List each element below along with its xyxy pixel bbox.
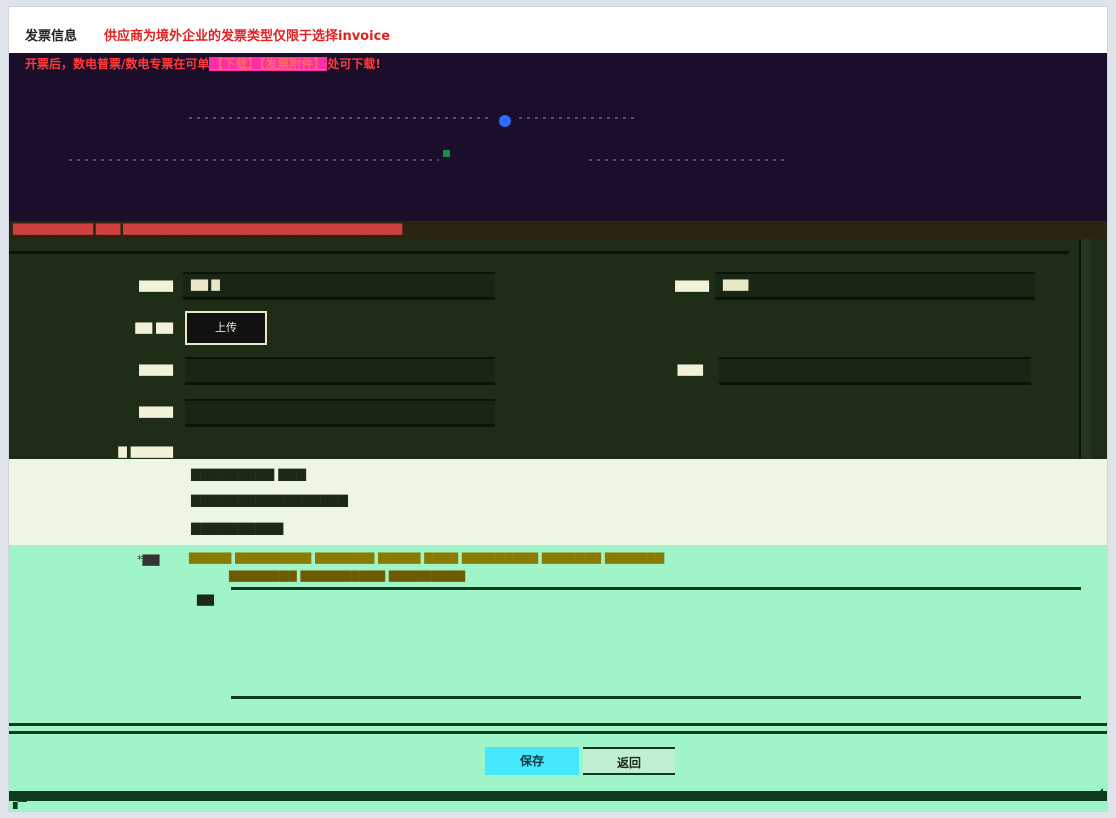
info-line-1: ▇▇▇▇▇▇▇▇▇ ▇▇▇	[191, 467, 306, 481]
field-input-2[interactable]: ▇▇▇	[715, 272, 1035, 300]
remarks-section: *▇▇ ▇▇▇▇▇ ▇▇▇▇▇▇▇▇▇ ▇▇▇▇▇▇▇ ▇▇▇▇▇ ▇▇▇▇ ▇…	[9, 545, 1107, 811]
section-title: 发票信息	[25, 29, 78, 44]
option-row-1b	[519, 117, 639, 119]
upload-button[interactable]: 上传	[185, 311, 267, 345]
remarks-textarea[interactable]	[231, 587, 1081, 699]
field-label-4: ▇▇▇	[677, 363, 703, 376]
info-panel: ▇▇▇▇▇▇▇▇▇ ▇▇▇ ▇▇▇▇▇▇▇▇▇▇▇▇▇▇▇▇▇ ▇▇▇▇▇▇▇▇…	[9, 459, 1107, 545]
info-line-2: ▇▇▇▇▇▇▇▇▇▇▇▇▇▇▇▇▇	[191, 493, 348, 507]
divider	[9, 723, 1107, 726]
field-label-6: ▇ ▇▇▇▇▇	[118, 445, 173, 458]
garbled-notice-text: ▇▇▇▇▇▇▇▇▇▇ ▇▇▇ ▇▇▇▇▇▇▇▇▇▇▇▇▇▇▇▇▇▇▇▇▇▇▇▇▇…	[13, 222, 402, 235]
download-notice: 开票后，数电普票/数电专票在可单 【下载】【发票附件】 处可下载!	[25, 55, 381, 72]
field-label-5: ▇▇▇▇	[139, 405, 173, 418]
field-label-2: ▇▇▇▇	[675, 279, 709, 292]
radio-checked-icon[interactable]	[499, 115, 511, 127]
option-row-2b	[589, 159, 789, 161]
field-input-1[interactable]: ▇▇ ▇	[183, 272, 495, 300]
notice-prefix: 开票后，数电普票/数电专票在可单	[25, 57, 210, 71]
invoice-panel: 发票信息 供应商为境外企业的发票类型仅限于选择invoice 开票后，数电普票/…	[8, 6, 1108, 812]
divider	[9, 731, 1107, 734]
field-input-5[interactable]	[185, 399, 495, 427]
remarks-hint-2: ▇▇▇▇▇▇▇▇ ▇▇▇▇▇▇▇▇▇▇ ▇▇▇▇▇▇▇▇▇	[229, 569, 466, 582]
field-input-4[interactable]	[719, 357, 1031, 385]
checkbox-icon[interactable]	[443, 150, 450, 157]
invoice-type-section	[9, 71, 1107, 221]
field-input-3[interactable]	[185, 357, 495, 385]
footer-bar	[9, 791, 1107, 801]
garbled-notice-strip: ▇▇▇▇▇▇▇▇▇▇ ▇▇▇ ▇▇▇▇▇▇▇▇▇▇▇▇▇▇▇▇▇▇▇▇▇▇▇▇▇…	[9, 221, 1107, 239]
save-button[interactable]: 保存	[485, 747, 579, 775]
download-link[interactable]: 【下载】【发票附件】	[209, 57, 328, 71]
option-row-2	[69, 159, 439, 161]
field-label-3: ▇▇▇▇	[139, 363, 173, 376]
invoice-form: ▇▇▇▇ ▇▇ ▇ ▇▇▇▇ ▇▇▇ ▇▇ ▇▇ 上传 ▇▇▇▇ ▇▇▇ ▇▇▇…	[9, 239, 1107, 459]
footer-left-mark: ▞▘	[13, 795, 32, 809]
section-header: 发票信息 供应商为境外企业的发票类型仅限于选择invoice	[9, 7, 1107, 53]
remarks-hint-1: ▇▇▇▇▇ ▇▇▇▇▇▇▇▇▇ ▇▇▇▇▇▇▇ ▇▇▇▇▇ ▇▇▇▇ ▇▇▇▇▇…	[189, 551, 665, 564]
scrollbar[interactable]	[1079, 239, 1091, 459]
field-label-1: ▇▇▇▇	[139, 279, 173, 292]
option-row-1	[189, 117, 489, 119]
back-button[interactable]: 返回	[583, 747, 675, 775]
supplier-warning: 供应商为境外企业的发票类型仅限于选择invoice	[104, 29, 391, 44]
remarks-required-mark: *▇▇	[137, 553, 160, 566]
upload-label: ▇▇ ▇▇	[135, 321, 173, 334]
remarks-label: ▇▇	[197, 593, 214, 606]
resize-handle-icon[interactable]: ◢	[1092, 785, 1103, 801]
notice-suffix: 处可下载!	[327, 57, 381, 71]
info-line-3: ▇▇▇▇▇▇▇▇▇▇	[191, 521, 284, 535]
divider	[9, 251, 1069, 254]
